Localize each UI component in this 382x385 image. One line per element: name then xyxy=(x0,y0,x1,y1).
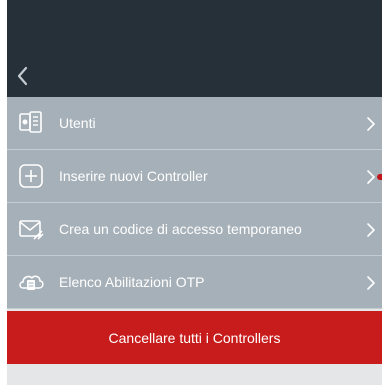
notification-dot xyxy=(377,174,382,180)
chevron-right-icon xyxy=(367,276,375,290)
menu-item-elenco-otp[interactable]: Elenco Abilitazioni OTP xyxy=(7,256,382,309)
delete-all-controllers-button[interactable]: Cancellare tutti i Controllers xyxy=(7,311,382,364)
chevron-right-icon xyxy=(367,223,375,237)
menu-item-label: Elenco Abilitazioni OTP xyxy=(59,274,205,290)
app-frame: Utenti Inserire nuovi Controller Crea un… xyxy=(7,0,382,385)
users-list-icon xyxy=(19,111,42,133)
menu-item-utenti[interactable]: Utenti xyxy=(7,97,382,150)
chevron-right-icon xyxy=(367,170,375,184)
plus-square-icon xyxy=(19,164,43,188)
back-chevron-icon[interactable] xyxy=(11,62,35,90)
envelope-icon xyxy=(19,220,44,240)
menu-item-codice-temporaneo[interactable]: Crea un codice di accesso temporaneo xyxy=(7,203,382,256)
menu-item-label: Inserire nuovi Controller xyxy=(59,168,208,184)
menu-item-inserire-controller[interactable]: Inserire nuovi Controller xyxy=(7,150,382,203)
settings-menu: Utenti Inserire nuovi Controller Crea un… xyxy=(7,97,382,309)
menu-item-label: Crea un codice di accesso temporaneo xyxy=(59,221,302,237)
navigation-bar xyxy=(7,0,382,97)
cloud-list-icon xyxy=(19,275,44,290)
menu-item-label: Utenti xyxy=(59,115,96,131)
chevron-right-icon xyxy=(367,117,375,131)
